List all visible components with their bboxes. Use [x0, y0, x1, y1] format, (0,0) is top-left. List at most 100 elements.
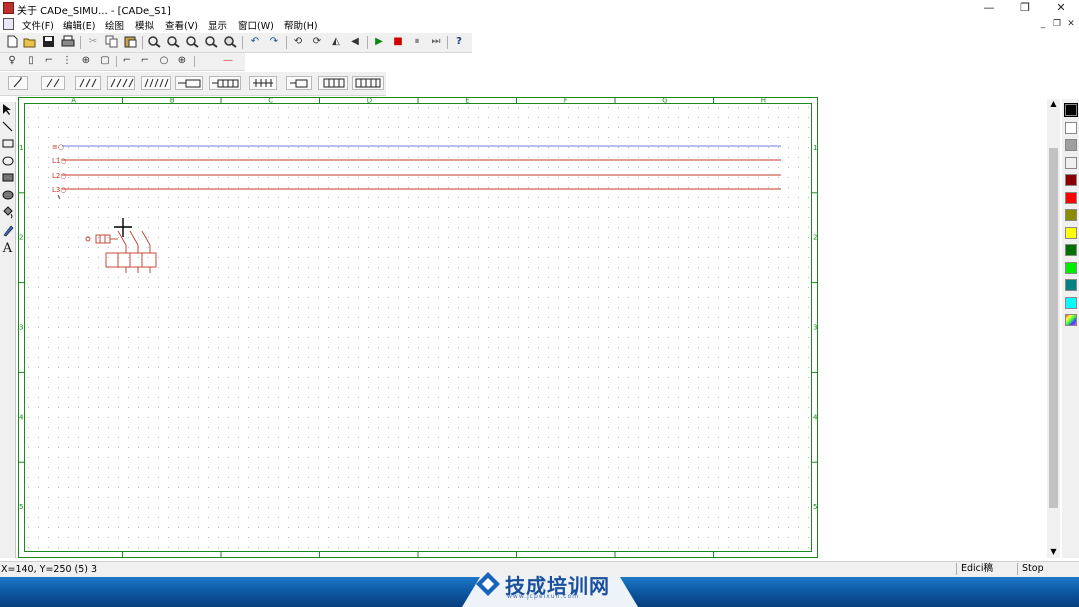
stop-icon[interactable]: ■ — [390, 35, 406, 49]
zoom-window-icon[interactable] — [184, 35, 200, 49]
help-icon[interactable]: ? — [451, 35, 467, 49]
app-icon[interactable] — [3, 2, 14, 14]
rotate-right-icon[interactable]: ⟳ — [309, 35, 325, 49]
row-label: 3 — [19, 324, 23, 332]
breaker-icon[interactable] — [209, 76, 241, 90]
color-swatch[interactable] — [1065, 209, 1077, 221]
menu-draw[interactable]: 绘图 — [105, 18, 124, 32]
zoom-all-icon[interactable] — [203, 35, 219, 49]
scroll-up-icon[interactable]: ▲ — [1049, 99, 1058, 109]
save-icon[interactable] — [40, 35, 56, 49]
filled-ellipse-icon[interactable] — [1, 188, 14, 203]
scroll-down-icon[interactable]: ▼ — [1049, 547, 1058, 557]
single-pole-icon[interactable] — [8, 76, 28, 90]
color-swatch[interactable] — [1065, 261, 1077, 274]
color-swatch[interactable] — [1065, 139, 1077, 151]
play-icon[interactable]: ▶ — [371, 35, 387, 49]
fill-icon[interactable] — [1, 206, 14, 221]
double-pole-icon[interactable] — [41, 76, 65, 90]
color-swatch[interactable] — [1065, 226, 1077, 239]
row-label: 5 — [813, 503, 817, 511]
restore-button[interactable]: ❐ — [1008, 0, 1042, 17]
menu-view[interactable]: 查看(V) — [165, 18, 198, 32]
color-swatch[interactable] — [1065, 296, 1077, 309]
close-button[interactable]: ✕ — [1044, 0, 1078, 17]
new-file-icon[interactable] — [4, 35, 20, 49]
no-contact-tool-icon[interactable]: ⌐ — [119, 54, 135, 68]
rectangle-icon[interactable] — [1, 137, 14, 152]
four-pole-icon[interactable] — [107, 76, 135, 90]
pan-icon[interactable] — [222, 35, 238, 49]
document-icon[interactable] — [3, 18, 14, 30]
rotate-left-icon[interactable]: ⟲ — [290, 35, 306, 49]
menu-file[interactable]: 文件(F) — [22, 18, 54, 32]
menu-simulate[interactable]: 模拟 — [135, 18, 154, 32]
color-swatch[interactable] — [1065, 314, 1077, 326]
menu-bar: 文件(F) 编辑(E) 绘图 模拟 查看(V) 显示 窗口(W) 帮助(H) _… — [0, 17, 1079, 32]
mdi-close-button[interactable]: ✕ — [1064, 18, 1078, 31]
filled-rectangle-icon[interactable] — [1, 171, 14, 186]
color-swatch[interactable] — [1065, 121, 1077, 134]
motor-starter-icon[interactable] — [318, 76, 348, 90]
coil-tool-icon[interactable]: ▢ — [97, 54, 113, 68]
switch-tool-icon[interactable]: ⌐ — [41, 54, 57, 68]
column-label: C — [268, 97, 273, 105]
redo-icon[interactable]: ↷ — [266, 35, 282, 49]
cut-icon[interactable]: ✂ — [85, 35, 101, 49]
color-swatch[interactable] — [1065, 191, 1077, 204]
thermal-relay-icon[interactable] — [175, 76, 203, 90]
scroll-thumb[interactable] — [1049, 148, 1058, 508]
mdi-restore-button[interactable]: ❐ — [1050, 18, 1064, 31]
terminal-tool-icon[interactable]: ⊕ — [174, 54, 190, 68]
fuse-tool-icon[interactable]: ▯ — [23, 54, 39, 68]
five-pole-icon[interactable] — [141, 76, 171, 90]
pen-icon[interactable] — [1, 224, 14, 239]
step-icon[interactable]: ⏭ — [428, 35, 444, 49]
open-folder-icon[interactable] — [22, 35, 38, 49]
pause-icon[interactable]: ⏸ — [409, 35, 425, 49]
zoom-in-icon[interactable] — [146, 35, 162, 49]
mirror-horizontal-icon[interactable]: ◭ — [328, 35, 344, 49]
wire-tool-icon[interactable]: — — [220, 54, 236, 68]
contactor-icon[interactable] — [249, 76, 277, 90]
blank-tool[interactable] — [199, 54, 215, 68]
simulation-state: Stop — [1017, 563, 1078, 575]
minimize-button[interactable]: — — [972, 0, 1006, 17]
schematic-sheet[interactable]: A B C D E F G H 1 1 2 2 3 3 4 4 5 5 ≡○ L1○ L2○ L3○ — [18, 97, 818, 558]
color-swatch[interactable] — [1065, 244, 1077, 256]
line-icon[interactable] — [1, 120, 14, 135]
bus-label-l3: L3○ — [52, 186, 66, 194]
menu-edit[interactable]: 编辑(E) — [63, 18, 95, 32]
nc-contact-tool-icon[interactable]: ⌐ — [137, 54, 153, 68]
triple-pole-icon[interactable] — [75, 76, 101, 90]
copy-icon[interactable] — [103, 35, 119, 49]
color-swatch[interactable] — [1065, 279, 1077, 291]
block-icon[interactable] — [352, 76, 384, 90]
title-bar: 关于 CADe_SIMU... - [CADe_S1] — ❐ ✕ — [0, 0, 1079, 17]
menu-display[interactable]: 显示 — [208, 18, 227, 32]
print-icon[interactable] — [60, 35, 76, 49]
menu-window[interactable]: 窗口(W) — [238, 18, 274, 32]
color-swatch[interactable] — [1065, 156, 1077, 169]
paste-icon[interactable] — [122, 35, 138, 49]
undo-icon[interactable]: ↶ — [247, 35, 263, 49]
overload-icon[interactable] — [286, 76, 312, 90]
row-label: 2 — [19, 234, 23, 242]
ellipse-icon[interactable] — [1, 154, 14, 169]
color-swatch[interactable] — [1065, 174, 1077, 186]
vertical-scrollbar[interactable]: ▲ ▼ — [1047, 99, 1060, 558]
zoom-out-icon[interactable] — [165, 35, 181, 49]
mdi-minimize-button[interactable]: _ — [1036, 18, 1050, 31]
row-label: 1 — [813, 144, 817, 152]
column-label: B — [170, 97, 175, 105]
menu-help[interactable]: 帮助(H) — [284, 18, 318, 32]
contact-tool-icon[interactable]: ♀ — [4, 54, 20, 68]
row-label: 4 — [813, 413, 818, 421]
pointer-icon[interactable] — [1, 103, 14, 118]
lamp-tool-icon[interactable]: ○ — [156, 54, 172, 68]
motor-tool-icon[interactable]: ⊕ — [78, 54, 94, 68]
mirror-vertical-icon[interactable]: ◀ — [347, 35, 363, 49]
color-swatch[interactable] — [1064, 103, 1078, 117]
multi-switch-tool-icon[interactable]: ⋮ — [59, 54, 75, 68]
text-icon[interactable]: A — [1, 241, 14, 256]
